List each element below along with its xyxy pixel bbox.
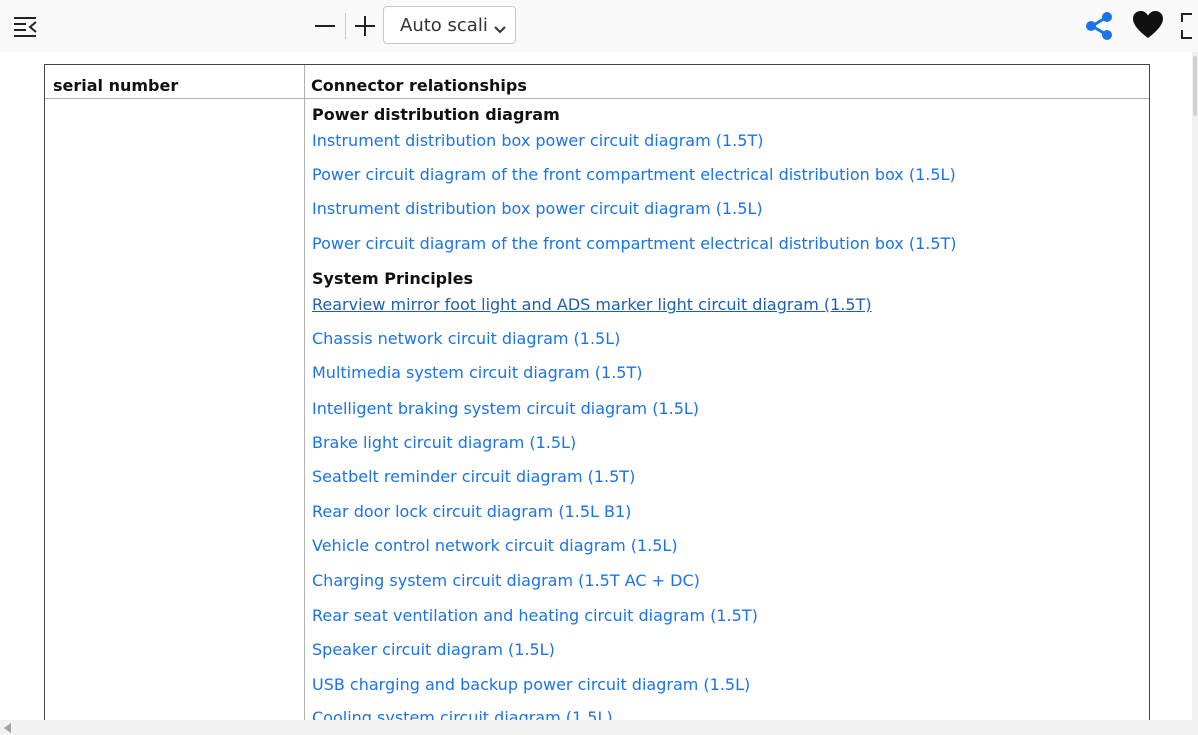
diagram-link[interactable]: Rearview mirror foot light and ADS marke… — [312, 295, 872, 314]
zoom-out-button[interactable] — [312, 12, 338, 40]
vertical-scrollbar[interactable] — [1192, 52, 1198, 720]
diagram-link[interactable]: Multimedia system circuit diagram (1.5T) — [312, 363, 643, 382]
section-title: Power distribution diagram — [312, 105, 560, 124]
diagram-link[interactable]: Intelligent braking system circuit diagr… — [312, 399, 699, 418]
zoom-in-button[interactable] — [352, 12, 378, 40]
scroll-left-arrow-icon[interactable] — [4, 723, 11, 733]
diagram-link[interactable]: Vehicle control network circuit diagram … — [312, 536, 678, 555]
horizontal-scrollbar[interactable] — [0, 720, 1198, 735]
document-viewer[interactable]: serial number Connector relationships Po… — [0, 52, 1198, 720]
zoom-select[interactable]: Auto scaling — [383, 6, 516, 44]
connector-relationships-header: Connector relationships — [311, 76, 527, 95]
scrollbar-thumb[interactable] — [1193, 56, 1197, 116]
diagram-link[interactable]: Rear door lock circuit diagram (1.5L B1) — [312, 502, 631, 521]
chevron-down-icon — [493, 20, 507, 34]
diagram-link[interactable]: Instrument distribution box power circui… — [312, 131, 763, 150]
diagram-link[interactable]: Cooling system circuit diagram (1.5L) — [312, 708, 613, 720]
diagram-link[interactable]: Brake light circuit diagram (1.5L) — [312, 433, 576, 452]
fullscreen-icon[interactable] — [1180, 12, 1198, 40]
diagram-link[interactable]: Seatbelt reminder circuit diagram (1.5T) — [312, 467, 635, 486]
diagram-link[interactable]: Instrument distribution box power circui… — [312, 199, 763, 218]
serial-number-header: serial number — [53, 76, 179, 95]
header-divider — [45, 98, 1149, 99]
toolbar: Auto scaling — [0, 0, 1198, 52]
heart-icon[interactable] — [1132, 10, 1164, 40]
diagram-link[interactable]: Charging system circuit diagram (1.5T AC… — [312, 571, 700, 590]
diagram-link[interactable]: Rear seat ventilation and heating circui… — [312, 606, 758, 625]
diagram-link[interactable]: Power circuit diagram of the front compa… — [312, 165, 956, 184]
toolbar-separator — [345, 13, 346, 39]
diagram-link[interactable]: Power circuit diagram of the front compa… — [312, 234, 957, 253]
sidebar-toggle-icon[interactable] — [12, 14, 40, 40]
diagram-link[interactable]: Speaker circuit diagram (1.5L) — [312, 640, 555, 659]
zoom-select-value: Auto scaling — [400, 15, 487, 36]
share-icon[interactable] — [1083, 10, 1115, 42]
section-title: System Principles — [312, 269, 473, 288]
connector-table: serial number Connector relationships Po… — [44, 64, 1150, 720]
column-divider — [304, 65, 305, 720]
diagram-link[interactable]: Chassis network circuit diagram (1.5L) — [312, 329, 620, 348]
diagram-link[interactable]: USB charging and backup power circuit di… — [312, 675, 750, 694]
